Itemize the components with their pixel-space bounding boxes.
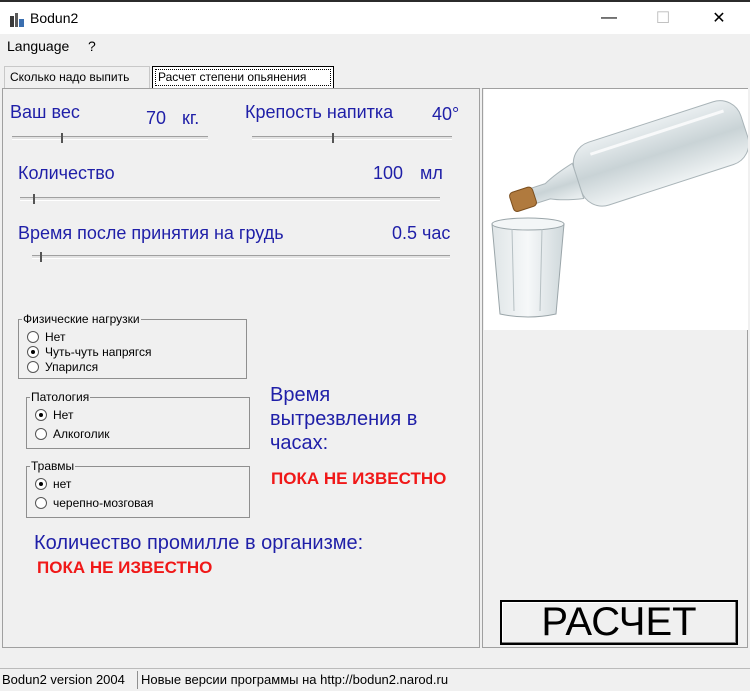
option-label: Нет bbox=[53, 408, 74, 422]
weight-unit: кг. bbox=[182, 108, 200, 128]
tab-intoxication[interactable]: Расчет степени опьянения bbox=[152, 66, 334, 88]
injuries-group: Травмы нет черепно-мозговая bbox=[26, 459, 250, 518]
strength-slider[interactable] bbox=[252, 136, 452, 140]
physical-load-title: Физические нагрузки bbox=[22, 312, 141, 326]
radio-button[interactable] bbox=[35, 409, 47, 421]
injuries-option-tbi[interactable]: черепно-мозговая bbox=[35, 496, 154, 510]
bottle-image bbox=[484, 89, 750, 330]
tab-label: Сколько надо выпить bbox=[10, 70, 130, 84]
status-bar: Bodun2 version 2004 Новые версии програм… bbox=[0, 668, 750, 691]
sober-time-label-line2: вытрезвления в bbox=[270, 408, 418, 430]
time-unit: час bbox=[422, 223, 451, 243]
minimize-button[interactable]: — bbox=[586, 2, 632, 34]
status-message: Новые версии программы на http://bodun2.… bbox=[141, 672, 449, 687]
tab-how-much-to-drink[interactable]: Сколько надо выпить bbox=[4, 66, 150, 88]
option-label: черепно-мозговая bbox=[53, 496, 154, 510]
option-label: Нет bbox=[45, 330, 66, 344]
quantity-slider-thumb[interactable] bbox=[32, 194, 35, 204]
physical-load-group: Физические нагрузки Нет Чуть-чуть напряг… bbox=[18, 312, 247, 379]
radio-button[interactable] bbox=[27, 361, 39, 373]
quantity-value: 100 bbox=[373, 163, 404, 183]
weight-value: 70 bbox=[146, 108, 167, 128]
window-title: Bodun2 bbox=[30, 10, 79, 26]
menu-language[interactable]: Language bbox=[7, 38, 69, 54]
injuries-option-none[interactable]: нет bbox=[35, 477, 71, 491]
strength-slider-thumb[interactable] bbox=[332, 133, 334, 143]
sober-time-label-line3: часах: bbox=[270, 432, 329, 454]
status-separator bbox=[137, 671, 138, 689]
strength-label: Крепость напитка bbox=[245, 102, 394, 122]
physical-option-none[interactable]: Нет bbox=[27, 330, 65, 344]
menu-bar: Language ? bbox=[0, 34, 750, 58]
physical-option-little[interactable]: Чуть-чуть напрягся bbox=[27, 345, 152, 359]
menu-help[interactable]: ? bbox=[88, 38, 96, 54]
title-bar: Bodun2 — ☐ ✕ bbox=[0, 2, 750, 34]
strength-value: 40° bbox=[432, 104, 460, 124]
status-version: Bodun2 version 2004 bbox=[2, 672, 125, 687]
tab-label: Расчет степени опьянения bbox=[158, 70, 307, 84]
time-slider[interactable] bbox=[32, 255, 450, 259]
radio-button[interactable] bbox=[27, 331, 39, 343]
radio-button[interactable] bbox=[35, 428, 47, 440]
weight-slider-thumb[interactable] bbox=[61, 133, 63, 143]
app-icon bbox=[10, 13, 24, 27]
radio-button[interactable] bbox=[35, 497, 47, 509]
weight-slider[interactable] bbox=[12, 136, 208, 140]
sober-time-label-line1: Время bbox=[270, 384, 331, 406]
sober-time-value: ПОКА НЕ ИЗВЕСТНО bbox=[271, 469, 447, 488]
pathology-option-alcoholic[interactable]: Алкоголик bbox=[35, 427, 110, 441]
quantity-slider[interactable] bbox=[20, 197, 440, 201]
weight-label: Ваш вес bbox=[10, 102, 80, 122]
bottle-glass-illustration bbox=[491, 100, 750, 318]
pathology-option-none[interactable]: Нет bbox=[35, 408, 73, 422]
option-label: нет bbox=[53, 477, 72, 491]
pathology-title: Патология bbox=[30, 390, 91, 404]
radio-button[interactable] bbox=[27, 346, 39, 358]
time-label: Время после принятия на грудь bbox=[18, 223, 284, 243]
time-slider-thumb[interactable] bbox=[40, 252, 43, 262]
option-label: Упарился bbox=[45, 360, 99, 374]
option-label: Алкоголик bbox=[53, 427, 110, 441]
quantity-label: Количество bbox=[18, 163, 115, 183]
promille-value: ПОКА НЕ ИЗВЕСТНО bbox=[37, 558, 213, 577]
pathology-group: Патология Нет Алкоголик bbox=[26, 390, 250, 449]
maximize-button[interactable]: ☐ bbox=[640, 2, 686, 34]
promille-label: Количество промилле в организме: bbox=[34, 532, 364, 554]
quantity-unit: мл bbox=[420, 163, 443, 183]
time-value: 0.5 bbox=[392, 223, 418, 243]
radio-button[interactable] bbox=[35, 478, 47, 490]
injuries-title: Травмы bbox=[30, 459, 76, 473]
close-button[interactable]: ✕ bbox=[696, 2, 742, 34]
option-label: Чуть-чуть напрягся bbox=[45, 345, 152, 359]
physical-option-sweated[interactable]: Упарился bbox=[27, 360, 98, 374]
calculate-button[interactable]: РАСЧЕТ bbox=[500, 600, 738, 645]
